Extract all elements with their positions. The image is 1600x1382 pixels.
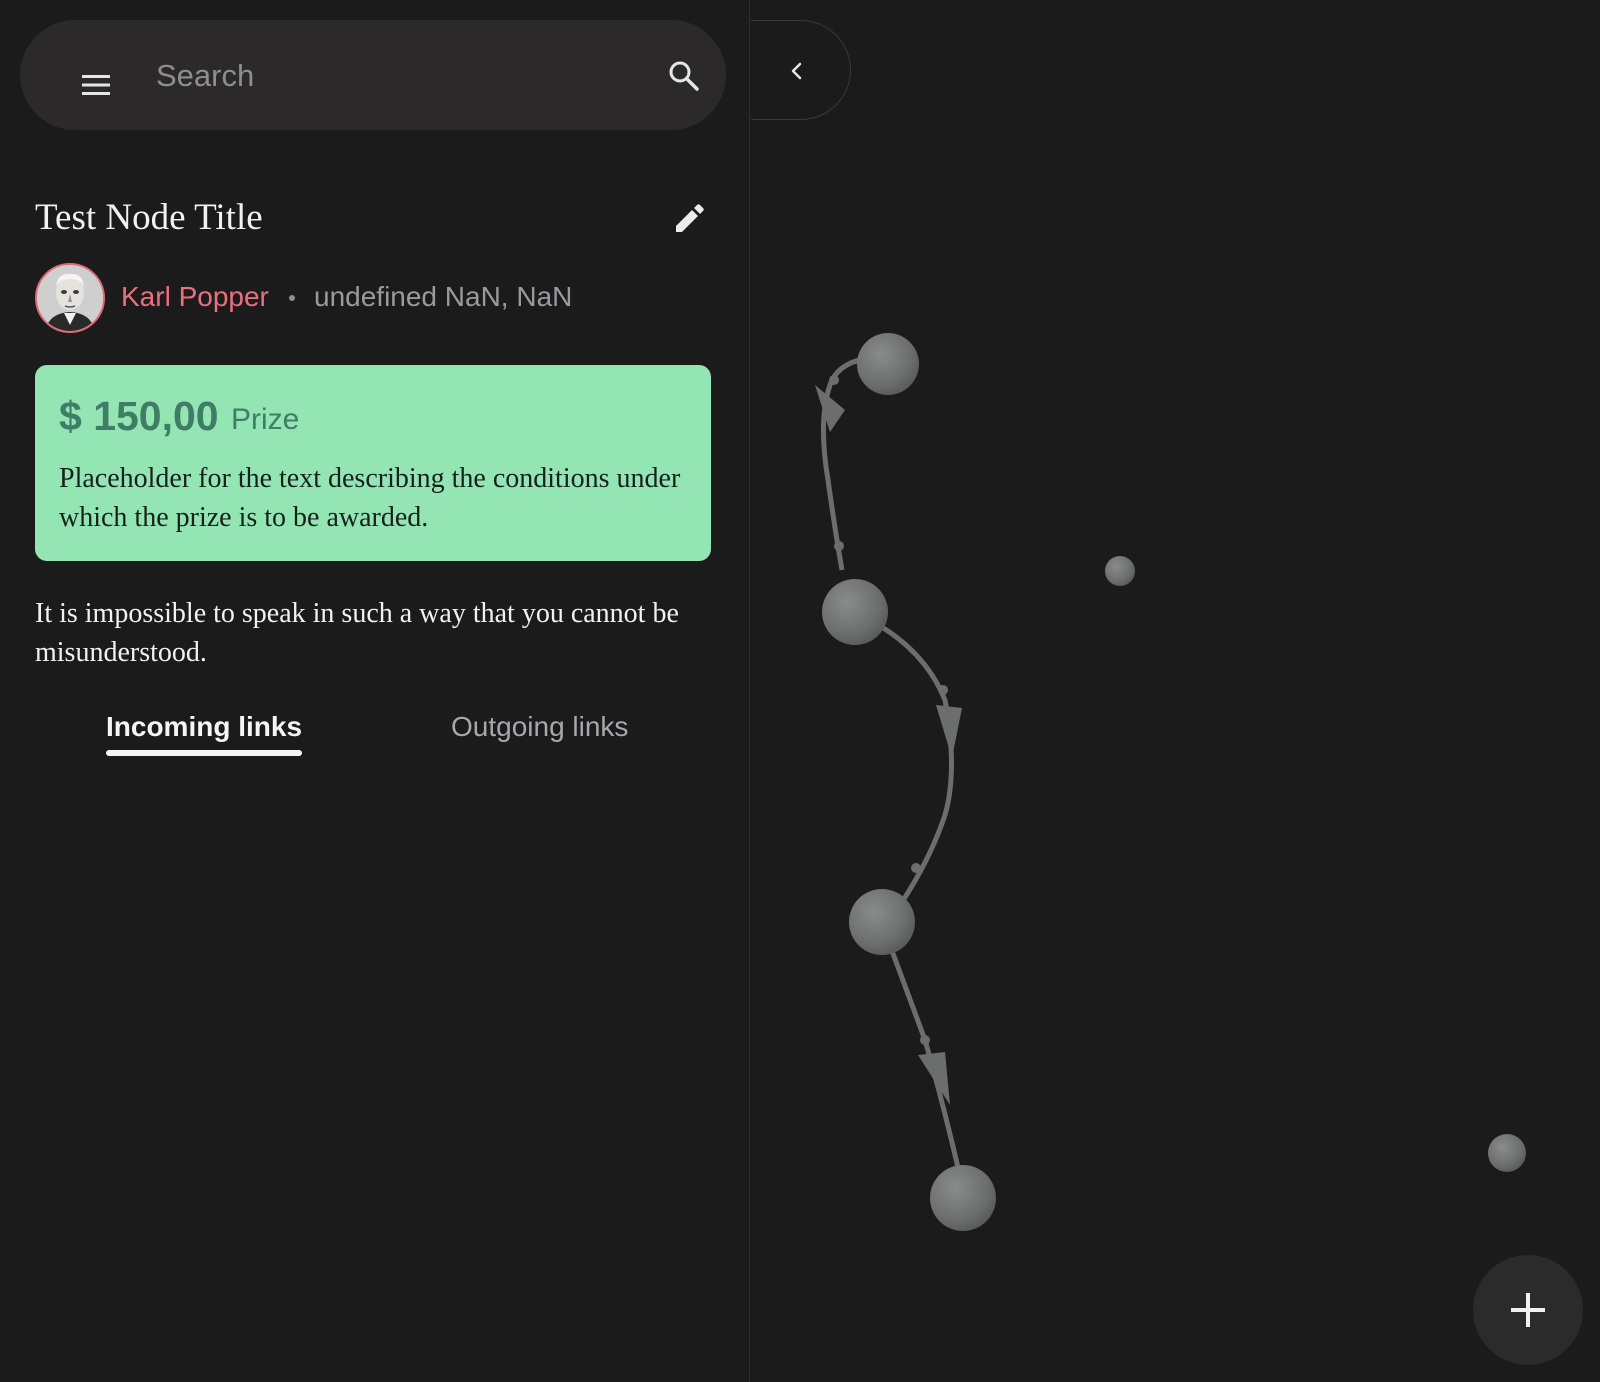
graph-canvas[interactable] <box>751 0 1600 1382</box>
node-title: Test Node Title <box>35 197 263 238</box>
pencil-icon <box>676 204 704 232</box>
portrait-image <box>37 265 103 331</box>
author-avatar[interactable] <box>35 263 105 333</box>
graph-link[interactable] <box>868 617 962 907</box>
menu-icon <box>82 75 110 95</box>
app-root: Test Node Title Karl Popper undefined <box>0 0 1600 1382</box>
author-link[interactable]: Karl Popper <box>121 281 269 313</box>
graph-node[interactable] <box>857 333 919 395</box>
graph-node[interactable] <box>930 1165 996 1231</box>
separator-dot <box>289 295 295 301</box>
graph-node[interactable] <box>822 579 888 645</box>
prize-label: Prize <box>231 403 300 436</box>
prize-card: $ 150,00 Prize Placeholder for the text … <box>35 365 711 561</box>
search-input[interactable] <box>154 55 638 97</box>
tab-outgoing-links[interactable]: Outgoing links <box>451 711 628 743</box>
graph-node[interactable] <box>849 889 915 955</box>
graph-link[interactable] <box>885 939 967 1190</box>
plus-icon <box>1511 1293 1545 1327</box>
node-detail-panel: Test Node Title Karl Popper undefined <box>0 0 750 1382</box>
tab-incoming-links[interactable]: Incoming links <box>106 711 302 743</box>
prize-conditions: Placeholder for the text describing the … <box>59 463 681 533</box>
prize-amount: $ 150,00 <box>59 393 219 439</box>
graph-node[interactable] <box>1488 1134 1526 1172</box>
search-icon <box>669 61 699 91</box>
node-date: undefined NaN, NaN <box>314 281 573 312</box>
search-button[interactable] <box>666 58 702 94</box>
edit-button[interactable] <box>670 200 708 238</box>
menu-button[interactable] <box>76 65 116 105</box>
graph-node[interactable] <box>1105 556 1135 586</box>
node-body: It is impossible to speak in such a way … <box>35 598 679 668</box>
active-tab-indicator <box>106 750 302 756</box>
add-node-button[interactable] <box>1473 1255 1583 1365</box>
graph-link[interactable] <box>815 355 871 571</box>
search-bar <box>20 20 726 130</box>
